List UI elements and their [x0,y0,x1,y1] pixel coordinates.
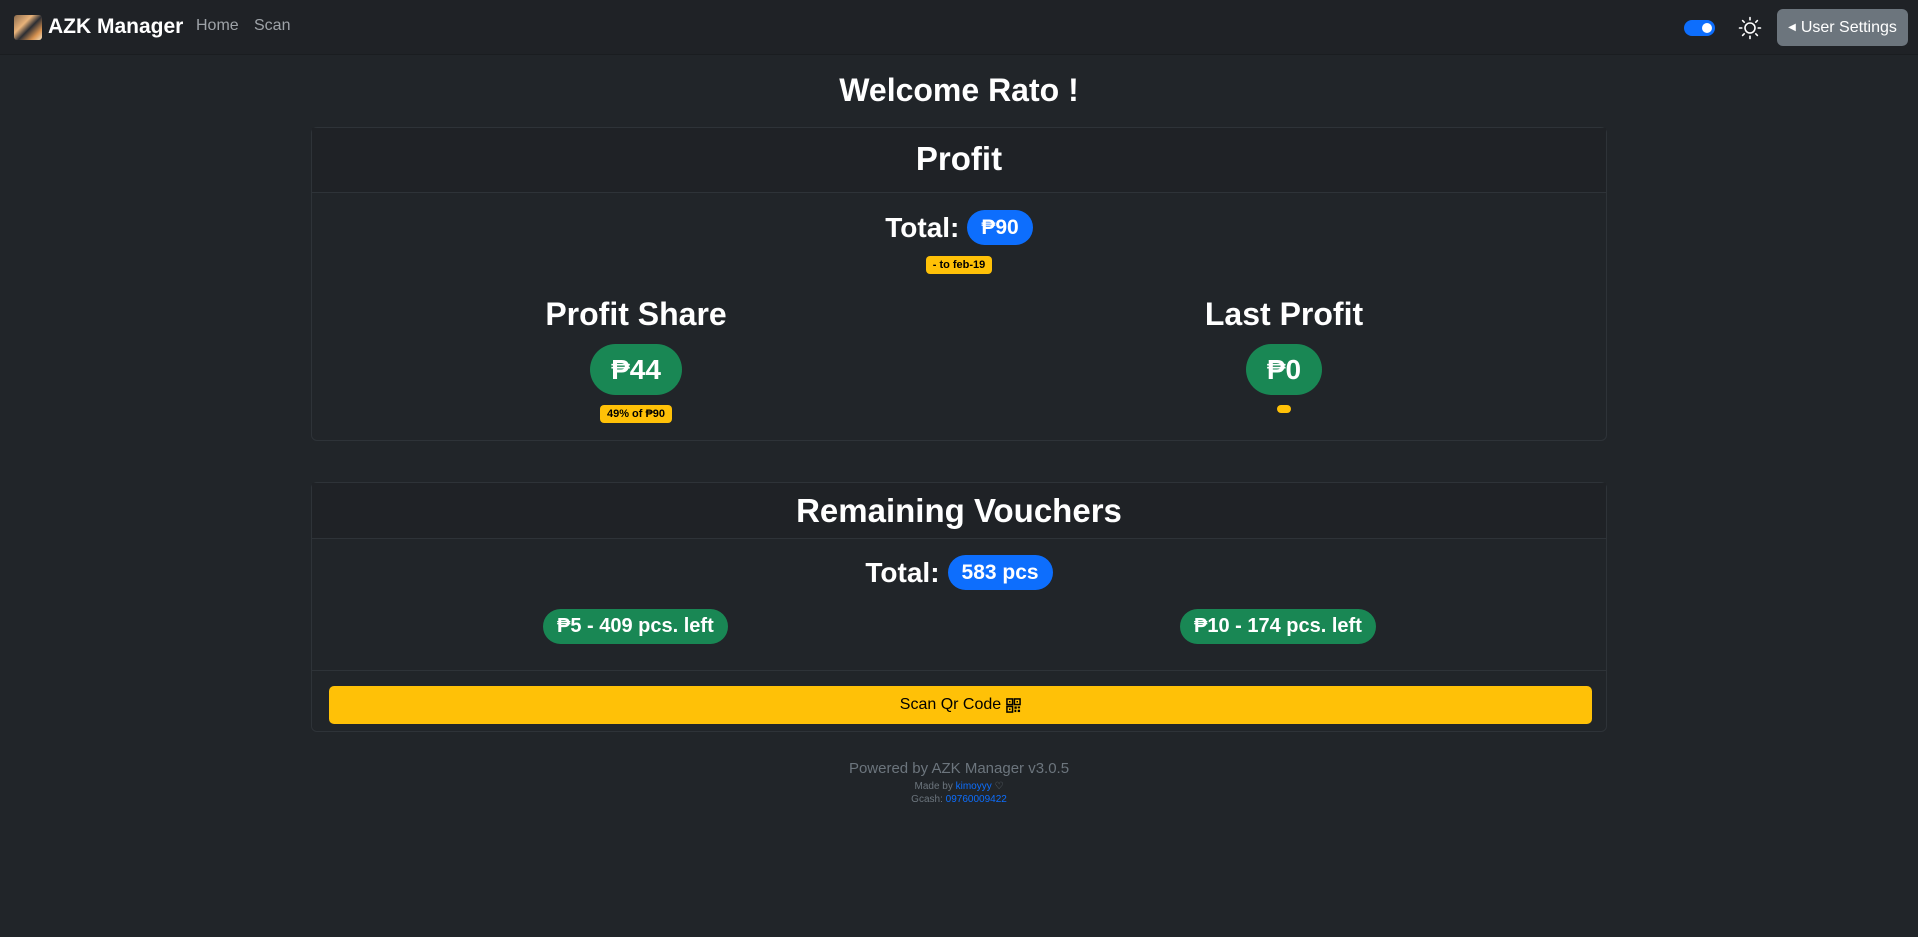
vouchers-card: Remaining Vouchers Total: 583 pcs ₱5 - 4… [311,482,1607,732]
brand-logo [14,14,42,40]
gcash-label: Gcash: [911,794,943,805]
last-profit-column: Last Profit ₱0 [960,294,1608,418]
user-settings-label: User Settings [1800,18,1897,36]
last-profit-badge: ₱0 [1245,344,1323,395]
powered-by-text: Powered by AZK Manager v3.0.5 [848,760,1070,777]
last-profit-note-badge [1277,405,1291,413]
theme-button[interactable] [1738,16,1762,40]
made-by-label: Made by [914,781,953,792]
user-settings-button[interactable]: ◀ User Settings [1777,9,1908,46]
scan-qr-label: Scan Qr Code [899,696,1002,713]
profit-share-column: Profit Share ₱44 49% of ₱90 [312,294,960,423]
brand[interactable]: AZK Manager [14,9,183,45]
profit-card-header: Profit [312,128,1606,193]
voucher-10-badge: ₱10 - 174 pcs. left [1180,609,1376,644]
vouchers-total-badge: 583 pcs [947,555,1053,590]
qr-code-icon [1006,697,1021,713]
scan-qr-button[interactable]: Scan Qr Code [329,686,1592,724]
profit-share-title: Profit Share [545,296,727,332]
profit-date-row: - to feb-19 [312,256,1606,274]
sun-icon [1738,16,1762,40]
theme-toggle-switch[interactable] [1684,20,1715,36]
vouchers-total-row: Total: 583 pcs [312,555,1606,590]
toggle-knob [1702,23,1712,33]
profit-card: Profit Total: ₱90 - to feb-19 Profit Sha… [311,127,1607,441]
profit-share-badge: ₱44 [590,344,682,395]
brand-name: AZK Manager [48,15,184,38]
welcome-heading: Welcome Rato ! [839,72,1079,108]
vouchers-card-footer: Scan Qr Code [312,670,1606,731]
author-link[interactable]: kimoyyy [956,781,992,792]
nav-home-link[interactable]: Home [196,17,239,35]
gcash-number-link[interactable]: 09760009422 [946,794,1007,805]
page-footer: Powered by AZK Manager v3.0.5 Made by ki… [0,760,1918,805]
caret-left-icon: ◀ [1788,22,1796,33]
profit-share-note-badge: 49% of ₱90 [599,405,673,423]
profit-total-label: Total: [885,211,960,243]
vouchers-total-label: Total: [865,556,940,588]
voucher-5-badge: ₱5 - 409 pcs. left [543,609,728,644]
profit-total-badge: ₱90 [967,210,1033,245]
made-by-line: Made by kimoyyy ♡ [0,781,1918,792]
vouchers-card-header: Remaining Vouchers [312,483,1606,539]
profit-total-row: Total: ₱90 [312,210,1606,245]
date-range-badge: - to feb-19 [925,256,993,274]
last-profit-title: Last Profit [1204,296,1364,332]
navbar: AZK Manager Home Scan ◀ User Settings [0,0,1918,55]
gcash-line: Gcash: 09760009422 [0,794,1918,805]
heart-icon: ♡ [994,781,1004,792]
nav-scan-link[interactable]: Scan [254,17,290,35]
